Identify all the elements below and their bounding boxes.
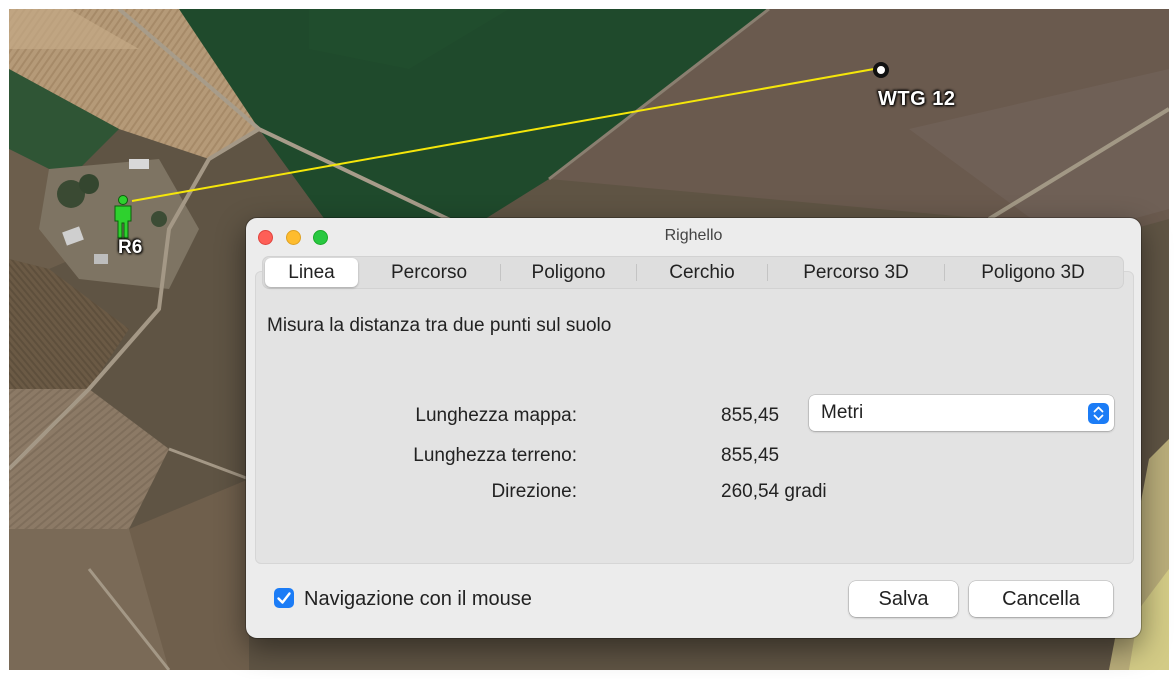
window-title: Righello [664, 227, 723, 244]
title-bar[interactable]: Righello [246, 218, 1141, 254]
person-marker-icon[interactable] [111, 195, 135, 239]
mouse-navigation-checkbox[interactable] [274, 588, 294, 608]
map-length-label: Lunghezza mappa: [415, 405, 577, 426]
tab-bar: Linea Percorso Poligono Cerchio Percorso… [262, 256, 1124, 289]
units-select[interactable]: Metri [809, 395, 1114, 431]
tab-cerchio[interactable]: Cerchio [637, 258, 767, 287]
tab-poligono-3d[interactable]: Poligono 3D [945, 258, 1121, 287]
ground-length-label: Lunghezza terreno: [413, 445, 577, 466]
cancel-button[interactable]: Cancella [969, 581, 1113, 617]
tab-linea[interactable]: Linea [265, 258, 358, 287]
tab-percorso[interactable]: Percorso [358, 258, 500, 287]
marker-label-r6: R6 [118, 237, 143, 258]
tab-percorso-3d[interactable]: Percorso 3D [768, 258, 944, 287]
target-marker-icon[interactable] [873, 62, 889, 78]
map-length-value: 855,45 [721, 405, 780, 426]
measure-description: Misura la distanza tra due punti sul suo… [267, 315, 612, 336]
mouse-navigation-label[interactable]: Navigazione con il mouse [304, 588, 532, 611]
direction-label: Direzione: [491, 481, 577, 502]
direction-value: 260,54 gradi [721, 481, 827, 502]
ruler-dialog: Righello Linea Percorso Poligono Cerchio… [246, 218, 1141, 638]
ground-length-value: 855,45 [721, 445, 780, 466]
marker-label-wtg: WTG 12 [878, 88, 956, 110]
save-button[interactable]: Salva [849, 581, 958, 617]
tab-poligono[interactable]: Poligono [501, 258, 636, 287]
units-select-value: Metri [821, 402, 864, 423]
select-arrows-icon [1088, 403, 1109, 424]
checkmark-icon [277, 592, 291, 604]
